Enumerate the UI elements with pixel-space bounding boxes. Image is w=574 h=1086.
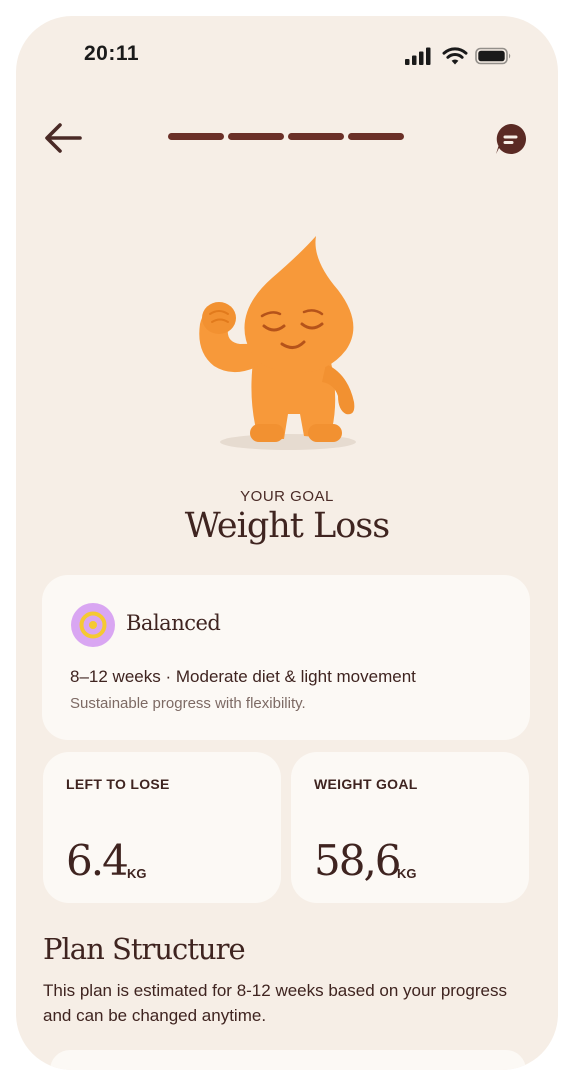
stat-label: WEIGHT GOAL	[314, 776, 418, 792]
battery-icon	[475, 47, 511, 65]
goal-title: Weight Loss	[184, 506, 390, 546]
weight-goal-card: WEIGHT GOAL 58,6 KG	[291, 752, 529, 903]
stat-unit: KG	[127, 866, 147, 881]
left-to-lose-card: LEFT TO LOSE 6.4 KG	[43, 752, 281, 903]
cellular-signal-icon	[405, 47, 431, 65]
goal-label: YOUR GOAL	[240, 488, 334, 505]
stat-value: 6.4	[66, 836, 129, 885]
plan-structure-title: Plan Structure	[43, 932, 246, 966]
progress-segment	[348, 133, 404, 140]
stat-unit: KG	[397, 866, 417, 881]
separator-dot: ·	[165, 667, 172, 686]
plan-option-description: Sustainable progress with flexibility.	[70, 695, 306, 712]
stat-label: LEFT TO LOSE	[66, 776, 170, 792]
arrow-left-icon	[45, 123, 82, 153]
target-rings	[79, 611, 107, 639]
plan-duration: 8–12 weeks	[70, 667, 161, 686]
target-icon	[71, 603, 115, 647]
plan-option-summary: 8–12 weeks · Moderate diet & light movem…	[70, 667, 416, 687]
progress-segment	[168, 133, 224, 140]
mascot-illustration	[199, 236, 356, 450]
chat-button[interactable]	[494, 122, 528, 156]
wifi-icon	[442, 47, 468, 65]
stat-value: 58,6	[314, 836, 402, 885]
progress-segment	[228, 133, 284, 140]
plan-option-title: Balanced	[126, 611, 221, 635]
back-button[interactable]	[42, 120, 84, 156]
plan-structure-description: This plan is estimated for 8-12 weeks ba…	[43, 981, 507, 1025]
plan-approach: Moderate diet & light movement	[175, 667, 416, 686]
progress-segment	[288, 133, 344, 140]
status-time: 20:11	[84, 42, 140, 65]
phone-screen: 20:11 YOUR GOAL Weight Loss Balanced 8–1…	[16, 16, 558, 1070]
step-progress	[168, 133, 408, 142]
plan-option-card[interactable]: Balanced 8–12 weeks · Moderate diet & li…	[42, 575, 530, 740]
plan-structure-card	[50, 1050, 526, 1070]
chat-bubble-icon	[496, 124, 526, 154]
